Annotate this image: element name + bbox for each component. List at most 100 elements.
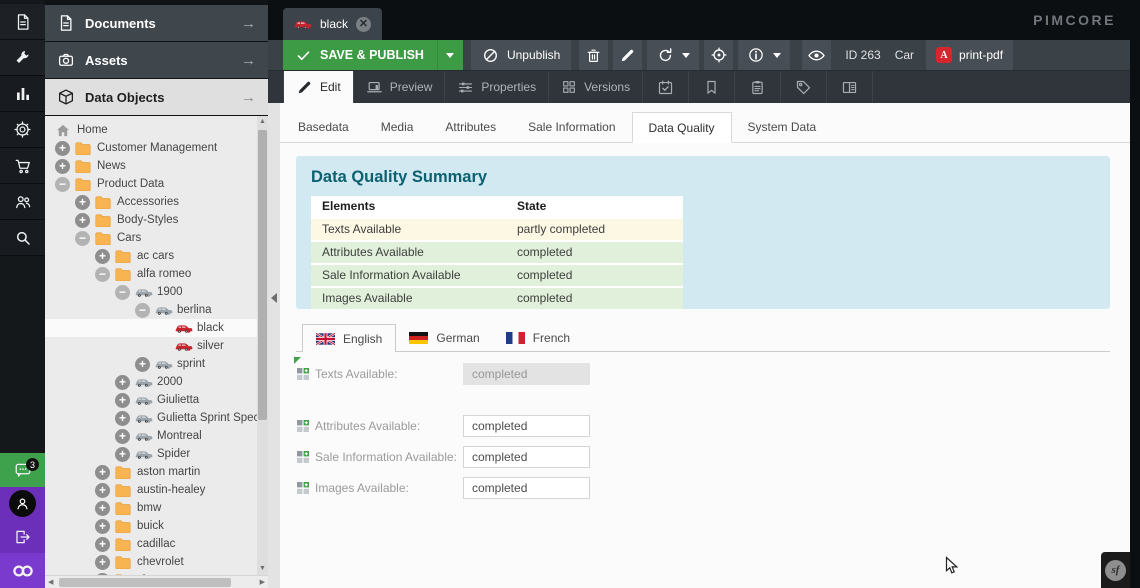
plus-toggle-icon[interactable]: + (115, 393, 130, 408)
tree-item-body-styles[interactable]: + Body-Styles (45, 211, 268, 229)
rail-ecommerce-cart-button[interactable] (0, 148, 45, 184)
sidebar-section-documents[interactable]: Documents → (45, 5, 268, 41)
minus-toggle-icon[interactable]: − (115, 285, 130, 300)
tab-versions[interactable]: Versions (549, 71, 643, 103)
minus-toggle-icon[interactable]: − (75, 231, 90, 246)
scroll-up-arrow-icon[interactable]: ▲ (257, 116, 268, 128)
rail-tools-button[interactable] (0, 40, 45, 76)
field-value-input[interactable]: completed (463, 363, 590, 385)
tree-item-aston-martin[interactable]: + aston martin (45, 463, 268, 481)
sidebar-collapse-handle[interactable] (268, 103, 280, 588)
delete-button[interactable] (579, 40, 608, 70)
subtab-media[interactable]: Media (365, 112, 430, 142)
plus-toggle-icon[interactable]: + (95, 249, 110, 264)
tree-horizontal-scrollbar[interactable]: ◀ ▶ (45, 575, 268, 588)
tree-vertical-scrollbar[interactable]: ▲ ▼ (257, 116, 268, 575)
tree-item-gulietta-sprint-specia[interactable]: + Gulietta Sprint Specia (45, 409, 268, 427)
horizontal-scroll-thumb[interactable] (59, 578, 231, 587)
tree-item-buick[interactable]: + buick (45, 517, 268, 535)
info-dropdown-button[interactable] (738, 40, 790, 70)
field-value-input[interactable]: completed (463, 415, 590, 437)
reload-dropdown-button[interactable] (647, 40, 699, 70)
tree-item-berlina[interactable]: − berlina (45, 301, 268, 319)
plus-toggle-icon[interactable]: + (55, 141, 70, 156)
close-tab-icon[interactable]: ✕ (356, 17, 371, 32)
save-options-dropdown[interactable] (437, 40, 463, 70)
tree-item-sprint[interactable]: + sprint (45, 355, 268, 373)
symfony-debug-toolbar-toggle[interactable]: sf (1101, 552, 1130, 588)
tree-item-austin-healey[interactable]: + austin-healey (45, 481, 268, 499)
scroll-right-arrow-icon[interactable]: ▶ (260, 578, 265, 586)
plus-toggle-icon[interactable]: + (95, 483, 110, 498)
user-profile-button[interactable] (0, 487, 45, 520)
tab-tag-icon-only[interactable] (781, 71, 827, 103)
tree-item-home[interactable]: Home (45, 121, 268, 139)
tree-item-product-data[interactable]: − Product Data (45, 175, 268, 193)
save-publish-button[interactable]: SAVE & PUBLISH (283, 40, 437, 70)
tree-item-alfa-romeo[interactable]: − alfa romeo (45, 265, 268, 283)
field-value-input[interactable]: completed (463, 446, 590, 468)
plus-toggle-icon[interactable]: + (55, 159, 70, 174)
tree-item-customer-management[interactable]: + Customer Management (45, 139, 268, 157)
plus-toggle-icon[interactable]: + (115, 375, 130, 390)
subtab-attributes[interactable]: Attributes (429, 112, 512, 142)
language-tab-french[interactable]: French (493, 324, 583, 351)
field-value-input[interactable]: completed (463, 477, 590, 499)
tree-item-chevrolet[interactable]: + chevrolet (45, 553, 268, 571)
plus-toggle-icon[interactable]: + (95, 501, 110, 516)
subtab-system-data[interactable]: System Data (732, 112, 833, 142)
vertical-scroll-thumb[interactable] (258, 130, 267, 420)
tree-item-spider[interactable]: + Spider (45, 445, 268, 463)
tab-bookmark-icon-only[interactable] (689, 71, 735, 103)
rename-button[interactable] (613, 40, 642, 70)
print-pdf-button[interactable]: A print-pdf (926, 40, 1013, 70)
tree-item-accessories[interactable]: + Accessories (45, 193, 268, 211)
open-object-tab-black[interactable]: black ✕ (283, 8, 382, 40)
tree-item-black[interactable]: black (45, 319, 268, 337)
tab-calendar-icon-only[interactable] (643, 71, 689, 103)
tab-properties[interactable]: Properties (445, 71, 549, 103)
plus-toggle-icon[interactable]: + (95, 519, 110, 534)
tree-item-ac-cars[interactable]: + ac cars (45, 247, 268, 265)
plus-toggle-icon[interactable]: + (95, 555, 110, 570)
locate-in-tree-button[interactable] (704, 40, 733, 70)
logout-button[interactable] (0, 520, 45, 553)
rail-reports-button[interactable] (0, 76, 45, 112)
tree-item-news[interactable]: + News (45, 157, 268, 175)
plus-toggle-icon[interactable]: + (135, 357, 150, 372)
notifications-button[interactable]: 3 (0, 453, 45, 487)
tree-item-2000[interactable]: + 2000 (45, 373, 268, 391)
language-tab-english[interactable]: English (302, 324, 396, 352)
plus-toggle-icon[interactable]: + (75, 213, 90, 228)
plus-toggle-icon[interactable]: + (115, 447, 130, 462)
tab-edit[interactable]: Edit (283, 71, 354, 103)
tree-item-giulietta[interactable]: + Giulietta (45, 391, 268, 409)
plus-toggle-icon[interactable]: + (95, 537, 110, 552)
scroll-down-arrow-icon[interactable]: ▼ (257, 563, 268, 575)
tab-preview[interactable]: Preview (354, 71, 446, 103)
rail-users-button[interactable] (0, 184, 45, 220)
tree-item-montreal[interactable]: + Montreal (45, 427, 268, 445)
unpublish-button[interactable]: Unpublish (471, 40, 571, 70)
rail-search-button[interactable] (0, 220, 45, 256)
subtab-basedata[interactable]: Basedata (282, 112, 365, 142)
pimcore-logo-button[interactable] (0, 553, 45, 588)
tab-clipboard-icon-only[interactable] (735, 71, 781, 103)
scroll-left-arrow-icon[interactable]: ◀ (48, 578, 53, 586)
tree-item-1900[interactable]: − 1900 (45, 283, 268, 301)
tab-columns-icon-only[interactable] (827, 71, 873, 103)
rail-settings-button[interactable] (0, 112, 45, 148)
minus-toggle-icon[interactable]: − (95, 267, 110, 282)
minus-toggle-icon[interactable]: − (55, 177, 70, 192)
language-tab-german[interactable]: German (396, 324, 492, 351)
tree-item-cadillac[interactable]: + cadillac (45, 535, 268, 553)
subtab-sale-information[interactable]: Sale Information (512, 112, 631, 142)
tree-item-cars[interactable]: − Cars (45, 229, 268, 247)
rail-documents-button[interactable] (0, 4, 45, 40)
open-preview-button[interactable] (802, 40, 831, 70)
minus-toggle-icon[interactable]: − (135, 303, 150, 318)
tree-item-bmw[interactable]: + bmw (45, 499, 268, 517)
tree-item-silver[interactable]: silver (45, 337, 268, 355)
subtab-data-quality[interactable]: Data Quality (632, 112, 732, 143)
plus-toggle-icon[interactable]: + (75, 195, 90, 210)
